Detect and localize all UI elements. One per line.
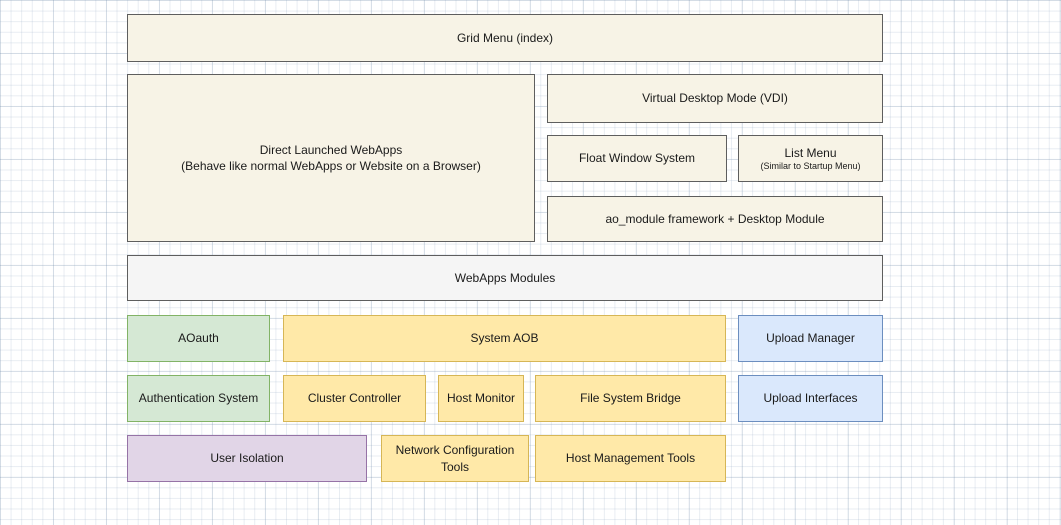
node-cluster-controller-label: Cluster Controller [308,390,401,406]
node-network-configuration-tools: Network Configuration Tools [381,435,529,482]
node-upload-manager: Upload Manager [738,315,883,362]
node-network-configuration-tools-label: Network Configuration Tools [388,442,522,474]
node-user-isolation: User Isolation [127,435,367,482]
node-cluster-controller: Cluster Controller [283,375,426,422]
node-aoauth-label: AOauth [178,330,219,346]
node-grid-menu-label: Grid Menu (index) [457,30,553,46]
node-float-window-system-label: Float Window System [579,150,695,166]
node-webapps-modules: WebApps Modules [127,255,883,301]
node-upload-interfaces-label: Upload Interfaces [763,390,857,406]
node-ao-module-framework-label: ao_module framework + Desktop Module [605,211,824,227]
node-direct-launched-webapps: Direct Launched WebApps (Behave like nor… [127,74,535,242]
node-host-management-tools: Host Management Tools [535,435,726,482]
node-list-menu: List Menu (Similar to Startup Menu) [738,135,883,182]
node-list-menu-title: List Menu [784,145,836,161]
node-aoauth: AOauth [127,315,270,362]
node-grid-menu: Grid Menu (index) [127,14,883,62]
diagram-canvas: Grid Menu (index) Direct Launched WebApp… [0,0,1061,525]
node-ao-module-framework: ao_module framework + Desktop Module [547,196,883,242]
node-list-menu-subtitle: (Similar to Startup Menu) [760,161,860,172]
node-host-monitor: Host Monitor [438,375,524,422]
node-upload-interfaces: Upload Interfaces [738,375,883,422]
node-direct-launched-webapps-line1: Direct Launched WebApps [260,142,403,158]
node-system-aob: System AOB [283,315,726,362]
node-upload-manager-label: Upload Manager [766,330,855,346]
node-float-window-system: Float Window System [547,135,727,182]
node-system-aob-label: System AOB [470,330,538,346]
node-user-isolation-label: User Isolation [210,450,283,466]
node-file-system-bridge: File System Bridge [535,375,726,422]
node-virtual-desktop-mode-label: Virtual Desktop Mode (VDI) [642,90,788,106]
node-host-management-tools-label: Host Management Tools [566,450,695,466]
node-webapps-modules-label: WebApps Modules [455,270,556,286]
node-authentication-system-label: Authentication System [139,390,258,406]
node-authentication-system: Authentication System [127,375,270,422]
node-host-monitor-label: Host Monitor [447,390,515,406]
node-virtual-desktop-mode: Virtual Desktop Mode (VDI) [547,74,883,123]
node-file-system-bridge-label: File System Bridge [580,390,681,406]
node-direct-launched-webapps-line2: (Behave like normal WebApps or Website o… [181,158,481,174]
